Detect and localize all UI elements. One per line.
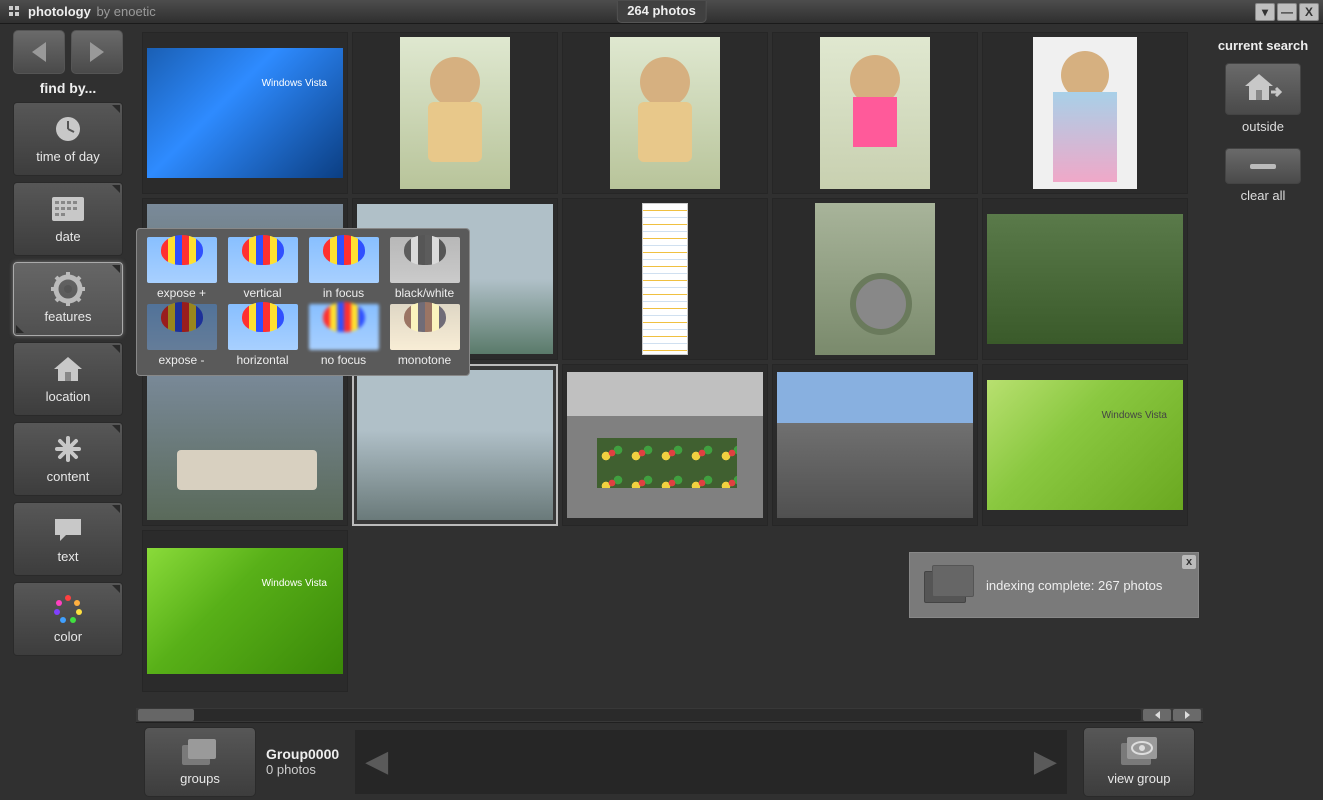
group-stack-icon	[180, 737, 220, 767]
feature-no-focus[interactable]: no focus	[307, 304, 380, 367]
group-filmstrip: ◀ ▶	[355, 730, 1067, 794]
eye-photo-icon	[1117, 737, 1161, 767]
bottombar: groups Group0000 0 photos ◀ ▶ view group	[136, 722, 1203, 800]
sidebar-item-date[interactable]: date	[13, 182, 123, 256]
speech-bubble-icon	[49, 514, 87, 544]
calendar-icon	[49, 194, 87, 224]
group-count: 0 photos	[266, 762, 339, 777]
clear-all-button[interactable]	[1225, 148, 1301, 184]
photo-thumbnail[interactable]	[772, 32, 978, 194]
photo-thumbnail[interactable]	[352, 32, 558, 194]
sidebar-item-label: location	[46, 389, 91, 404]
close-window-button[interactable]: X	[1299, 3, 1319, 21]
sidebar-item-label: time of day	[36, 149, 100, 164]
color-wheel-icon	[49, 594, 87, 624]
photo-thumbnail[interactable]	[982, 364, 1188, 526]
photo-thumbnail-selected[interactable]	[352, 364, 558, 526]
sidebar-item-features[interactable]: features	[13, 262, 123, 336]
house-arrow-icon	[1243, 72, 1283, 106]
photo-stack-icon	[924, 565, 972, 605]
horizontal-scrollbar[interactable]	[136, 708, 1203, 722]
filmstrip-next-button[interactable]: ▶	[1028, 744, 1063, 779]
photo-count: 264 photos	[616, 1, 707, 23]
clear-all-label: clear all	[1211, 188, 1315, 203]
photo-thumbnail[interactable]	[982, 198, 1188, 360]
group-info: Group0000 0 photos	[266, 746, 339, 777]
feature-expose-minus[interactable]: expose -	[145, 304, 218, 367]
scrollbar-track[interactable]	[138, 709, 1141, 721]
photo-thumbnail[interactable]	[142, 32, 348, 194]
indexing-toast: x indexing complete: 267 photos	[909, 552, 1199, 618]
feature-in-focus[interactable]: in focus	[307, 237, 380, 300]
sidebar-item-content[interactable]: content	[13, 422, 123, 496]
sidebar-item-text[interactable]: text	[13, 502, 123, 576]
sidebar-item-color[interactable]: color	[13, 582, 123, 656]
photo-thumbnail[interactable]	[982, 32, 1188, 194]
photo-thumbnail[interactable]	[142, 364, 348, 526]
titlebar: photology by enoetic 264 photos ▾ — X	[0, 0, 1323, 24]
groups-button[interactable]: groups	[144, 727, 256, 797]
nav-forward-button[interactable]	[71, 30, 123, 74]
toast-message: indexing complete: 267 photos	[986, 578, 1162, 593]
nav-back-button[interactable]	[13, 30, 65, 74]
asterisk-icon	[49, 434, 87, 464]
arrow-left-icon	[32, 42, 46, 62]
app-title: photology	[28, 4, 91, 19]
photo-thumbnail[interactable]	[772, 198, 978, 360]
photo-thumbnail[interactable]	[562, 198, 768, 360]
feature-horizontal[interactable]: horizontal	[226, 304, 299, 367]
photo-thumbnail[interactable]	[562, 32, 768, 194]
sidebar-item-label: content	[47, 469, 90, 484]
photo-thumbnail[interactable]	[772, 364, 978, 526]
toast-close-button[interactable]: x	[1182, 555, 1196, 569]
scroll-left-button[interactable]	[1143, 709, 1171, 721]
arrow-right-icon	[1185, 711, 1190, 719]
sidebar-item-label: date	[55, 229, 80, 244]
current-search-label: current search	[1211, 38, 1315, 53]
feature-monotone[interactable]: monotone	[388, 304, 461, 367]
gear-icon	[49, 274, 87, 304]
right-panel: current search outside clear all	[1203, 24, 1323, 800]
house-icon	[49, 354, 87, 384]
minimize-window-button[interactable]: —	[1277, 3, 1297, 21]
sidebar-item-time-of-day[interactable]: time of day	[13, 102, 123, 176]
minus-icon	[1250, 164, 1276, 169]
sidebar: find by... time of day date features	[0, 24, 136, 800]
group-title: Group0000	[266, 746, 339, 762]
sidebar-item-label: features	[45, 309, 92, 324]
view-group-button[interactable]: view group	[1083, 727, 1195, 797]
sidebar-item-label: color	[54, 629, 82, 644]
findby-label: find by...	[8, 80, 128, 96]
content-area: expose + vertical in focus black/white e…	[136, 24, 1203, 800]
clock-icon	[49, 114, 87, 144]
photo-thumbnail[interactable]	[562, 364, 768, 526]
sidebar-item-location[interactable]: location	[13, 342, 123, 416]
arrow-left-icon	[1155, 711, 1160, 719]
search-filter-label: outside	[1211, 119, 1315, 134]
app-subtitle: by enoetic	[93, 4, 156, 19]
scrollbar-thumb[interactable]	[138, 709, 194, 721]
filmstrip-prev-button[interactable]: ◀	[359, 744, 394, 779]
scroll-right-button[interactable]	[1173, 709, 1201, 721]
arrow-right-icon	[90, 42, 104, 62]
app-logo-icon	[6, 4, 22, 20]
features-popup: expose + vertical in focus black/white e…	[136, 228, 470, 376]
search-filter-outside[interactable]	[1225, 63, 1301, 115]
sidebar-item-label: text	[58, 549, 79, 564]
dropdown-window-button[interactable]: ▾	[1255, 3, 1275, 21]
feature-expose-plus[interactable]: expose +	[145, 237, 218, 300]
photo-thumbnail[interactable]	[142, 530, 348, 692]
feature-black-white[interactable]: black/white	[388, 237, 461, 300]
feature-vertical[interactable]: vertical	[226, 237, 299, 300]
